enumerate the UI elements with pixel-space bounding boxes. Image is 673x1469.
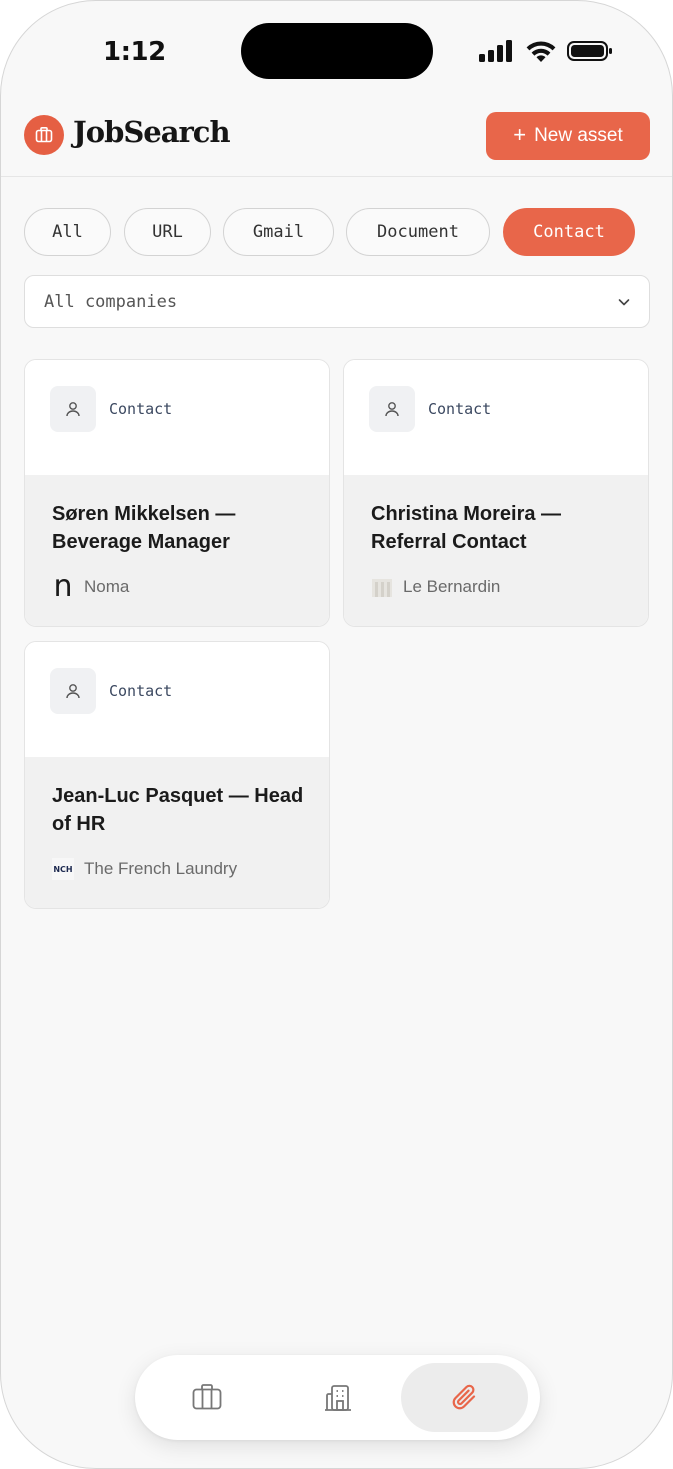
filter-chip-gmail[interactable]: Gmail [223,208,334,256]
phone-screen: 1:12 JobSearch + New asset All URL Gmail… [0,0,673,1469]
person-icon [385,402,399,417]
signal-icon [479,40,515,62]
person-icon [66,684,80,699]
contact-type-icon [50,386,96,432]
status-bar: 1:12 [1,1,672,101]
filter-chip-all[interactable]: All [24,208,111,256]
app-title: JobSearch [73,115,231,149]
nav-item-jobs[interactable] [143,1363,270,1432]
card-title: Jean-Luc Pasquet — Head of HR [52,785,304,835]
nav-item-companies[interactable] [274,1363,401,1432]
contact-type-icon [369,386,415,432]
card-header: Contact [344,360,648,475]
new-asset-button[interactable]: + New asset [486,112,650,160]
company-filter-value: All companies [44,291,178,312]
company-logo [371,576,393,598]
card-company: n Noma [52,569,130,604]
nav-item-assets[interactable] [401,1363,528,1432]
wifi-icon [526,41,556,62]
card-type-label: Contact [109,682,173,700]
bottom-nav [135,1355,540,1440]
filter-chip-document[interactable]: Document [346,208,490,256]
company-name: The French Laundry [84,859,238,878]
plus-icon: + [513,122,527,147]
card-header: Contact [25,642,329,757]
french-laundry-logo-text: NCH [53,864,73,874]
logo-badge [24,115,64,155]
card-title: Christina Moreira — Referral Contact [371,503,562,553]
card-header: Contact [25,360,329,475]
dynamic-island [241,23,433,79]
filter-chip-url[interactable]: URL [124,208,211,256]
company-filter-select[interactable]: All companies [24,275,650,328]
asset-card[interactable]: Contact Christina Moreira — Referral Con… [343,359,649,627]
paperclip-icon [452,1384,475,1409]
card-body: Christina Moreira — Referral Contact Le … [344,475,648,626]
building-icon [324,1384,351,1411]
asset-card[interactable]: Contact Søren Mikkelsen — Beverage Manag… [24,359,330,627]
contact-type-icon [50,668,96,714]
company-name: Noma [84,577,130,596]
filter-chip-contact[interactable]: Contact [503,208,635,256]
noma-logo-text: n [53,569,73,604]
person-icon [66,402,80,417]
card-body: Jean-Luc Pasquet — Head of HR NCH The Fr… [25,757,329,908]
card-company: Le Bernardin [371,575,500,599]
card-type-label: Contact [109,400,173,418]
battery-icon [567,41,612,61]
company-logo: NCH [52,858,74,880]
building-logo-icon [372,579,392,597]
company-logo: n [52,569,74,604]
app-header: JobSearch + New asset [1,101,672,177]
filter-chips: All URL Gmail Document Contact [24,208,654,256]
company-name: Le Bernardin [403,577,501,596]
card-type-label: Contact [428,400,492,418]
card-title: Søren Mikkelsen — Beverage Manager [52,503,236,553]
new-asset-label: New asset [534,125,623,146]
chevron-down-icon [618,299,630,306]
card-company: NCH The French Laundry [52,857,237,881]
status-icons [479,38,619,64]
briefcase-icon [192,1383,221,1409]
status-time: 1:12 [103,37,166,67]
card-body: Søren Mikkelsen — Beverage Manager n Nom… [25,475,329,626]
briefcase-icon [35,127,53,143]
asset-card[interactable]: Contact Jean-Luc Pasquet — Head of HR NC… [24,641,330,909]
